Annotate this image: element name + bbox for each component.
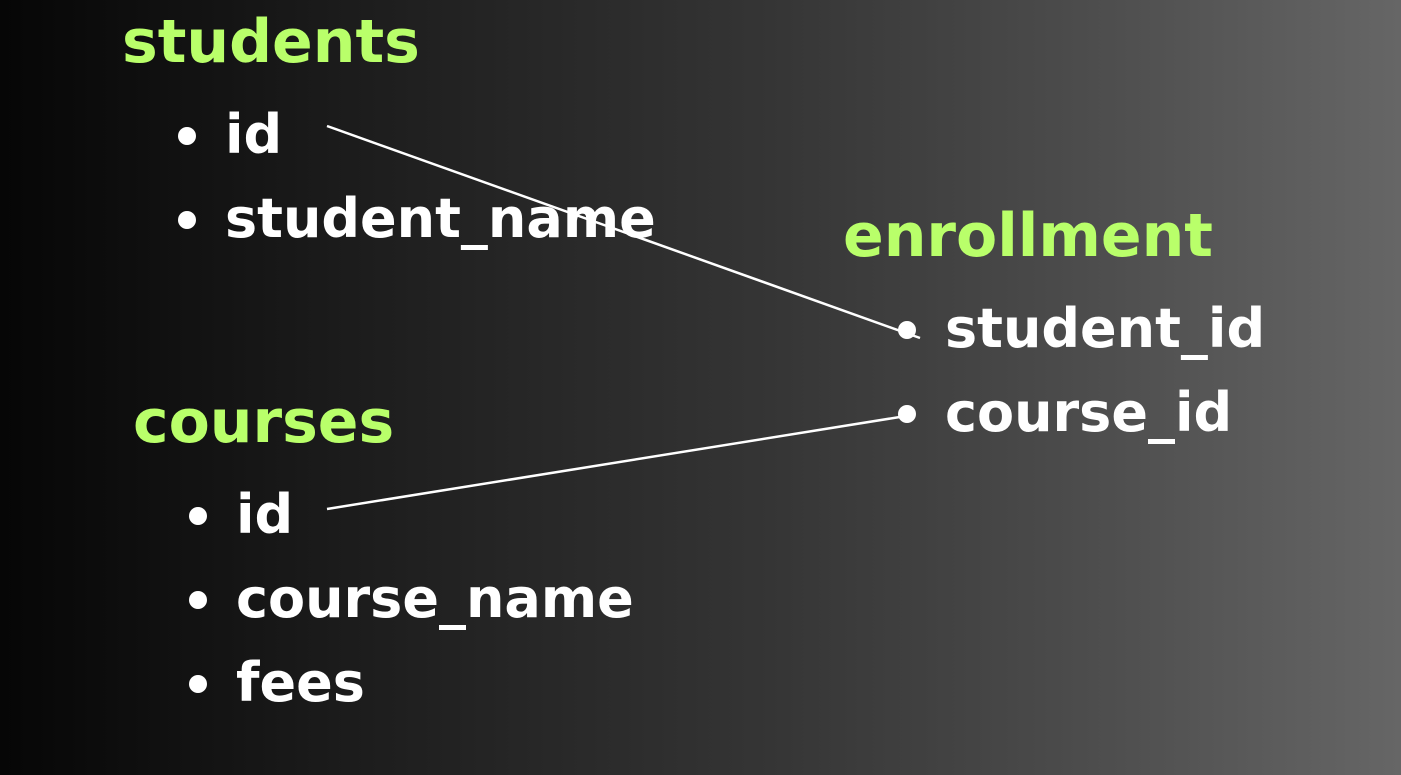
bullet-icon — [189, 591, 207, 609]
students-field-id: id — [225, 103, 283, 166]
bullet-icon — [189, 675, 207, 693]
courses-field-id: id — [236, 483, 294, 546]
enrollment-table-title: enrollment — [843, 201, 1213, 271]
bullet-icon — [189, 507, 207, 525]
courses-table-title: courses — [133, 387, 395, 457]
students-field-student-name: student_name — [225, 187, 656, 250]
courses-field-fees: fees — [236, 651, 365, 714]
courses-id-to-course-id-connector — [326, 414, 907, 511]
students-table-title: students — [122, 7, 420, 77]
bullet-icon — [178, 211, 196, 229]
bullet-icon — [898, 405, 916, 423]
enrollment-field-student-id: student_id — [945, 297, 1266, 360]
enrollment-field-course-id: course_id — [945, 381, 1233, 444]
bullet-icon — [898, 321, 916, 339]
courses-field-course-name: course_name — [236, 567, 634, 630]
bullet-icon — [178, 127, 196, 145]
